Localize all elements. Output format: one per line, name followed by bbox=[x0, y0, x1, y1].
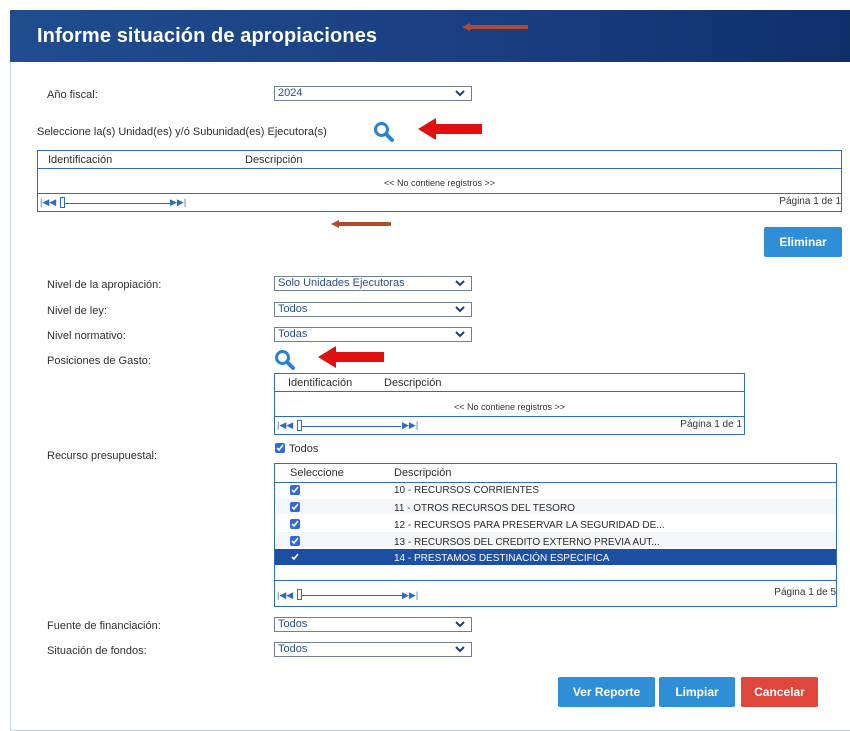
units-label: Seleccione la(s) Unidad(es) y/ó Subunida… bbox=[37, 126, 327, 138]
budget-resource-label: Recurso presupuestal: bbox=[47, 450, 158, 462]
chevron-down-icon bbox=[455, 646, 465, 653]
pager-slider-thumb[interactable] bbox=[297, 589, 302, 600]
row-checkbox[interactable] bbox=[290, 552, 300, 562]
chevron-down-icon bbox=[455, 331, 465, 338]
annotation-arrow-icon bbox=[462, 23, 528, 31]
column-header-identification[interactable]: Identificación bbox=[48, 154, 112, 166]
page-title: Informe situación de apropiaciones bbox=[37, 25, 378, 47]
page-info: Página 1 de 5 bbox=[774, 587, 836, 598]
chevron-down-icon bbox=[455, 90, 465, 97]
first-page-icon[interactable]: |◀◀ bbox=[277, 420, 293, 431]
spending-positions-label: Posiciones de Gasto: bbox=[47, 355, 151, 367]
search-icon[interactable] bbox=[372, 120, 396, 144]
pager-divider bbox=[38, 193, 841, 194]
last-page-icon[interactable]: ▶▶| bbox=[170, 197, 186, 208]
cancel-button[interactable]: Cancelar bbox=[741, 677, 818, 707]
normative-level-select[interactable]: Todas bbox=[274, 327, 472, 342]
column-header-description[interactable]: Descripción bbox=[384, 377, 441, 389]
column-header-select[interactable]: Seleccione bbox=[290, 467, 344, 479]
search-icon[interactable] bbox=[273, 348, 297, 372]
pager-slider-track bbox=[60, 203, 170, 204]
pager-slider-track bbox=[297, 426, 401, 427]
row-checkbox[interactable] bbox=[290, 519, 300, 529]
pager-divider bbox=[275, 416, 744, 417]
first-page-icon[interactable]: |◀◀ bbox=[277, 590, 293, 601]
funds-status-value: Todos bbox=[278, 643, 308, 655]
pager-slider-thumb[interactable] bbox=[297, 420, 302, 431]
empty-message: << No contiene registros >> bbox=[383, 178, 496, 188]
select-all-label: Todos bbox=[289, 443, 319, 455]
units-grid: Identificación Descripción << No contien… bbox=[37, 150, 842, 212]
appropriation-level-label: Nivel de la apropiación: bbox=[47, 279, 162, 291]
funding-source-value: Todos bbox=[278, 618, 308, 630]
row-description: 10 - RECURSOS CORRIENTES bbox=[394, 485, 540, 496]
row-description: 11 - OTROS RECURSOS DEL TESORO bbox=[394, 503, 575, 514]
row-checkbox[interactable] bbox=[290, 536, 300, 546]
column-header-identification[interactable]: Identificación bbox=[288, 377, 352, 389]
funds-status-select[interactable]: Todos bbox=[274, 642, 472, 657]
pager-slider-thumb[interactable] bbox=[60, 197, 65, 208]
budget-grid-header: Seleccione Descripción bbox=[275, 464, 836, 483]
row-description: 12 - RECURSOS PARA PRESERVAR LA SEGURIDA… bbox=[394, 520, 665, 531]
chevron-down-icon bbox=[455, 306, 465, 313]
chevron-down-icon bbox=[455, 621, 465, 628]
row-checkbox[interactable] bbox=[290, 485, 300, 495]
spending-grid-header: Identificación Descripción bbox=[275, 374, 744, 392]
pager-slider-track bbox=[297, 595, 403, 596]
annotation-arrow-icon bbox=[318, 346, 384, 368]
page-info: Página 1 de 1 bbox=[680, 419, 742, 430]
page-info: Página 1 de 1 bbox=[779, 196, 841, 207]
units-grid-header: Identificación Descripción bbox=[38, 151, 841, 169]
fiscal-year-value: 2024 bbox=[278, 87, 303, 99]
fiscal-year-select[interactable]: 2024 bbox=[274, 86, 472, 101]
normative-level-value: Todas bbox=[278, 328, 308, 340]
funding-source-label: Fuente de financiación: bbox=[47, 620, 161, 632]
chevron-down-icon bbox=[455, 280, 465, 287]
last-page-icon[interactable]: ▶▶| bbox=[402, 420, 418, 431]
select-all-checkbox[interactable] bbox=[275, 443, 285, 453]
budget-resource-grid: Seleccione Descripción 10 - RECURSOS COR… bbox=[274, 463, 837, 607]
annotation-arrow-icon bbox=[418, 118, 482, 140]
column-header-description[interactable]: Descripción bbox=[245, 154, 302, 166]
row-description: 13 - RECURSOS DEL CREDITO EXTERNO PREVIA… bbox=[394, 537, 660, 548]
law-level-value: Todos bbox=[278, 303, 308, 315]
row-description: 14 - PRESTAMOS DESTINACIÓN ESPECIFICA bbox=[394, 553, 610, 564]
last-page-icon[interactable]: ▶▶| bbox=[402, 590, 418, 601]
appropriation-level-value: Solo Unidades Ejecutoras bbox=[278, 277, 405, 289]
pager-divider bbox=[275, 580, 836, 581]
funds-status-label: Situación de fondos: bbox=[47, 645, 147, 657]
funding-source-select[interactable]: Todos bbox=[274, 617, 472, 632]
view-report-button[interactable]: Ver Reporte bbox=[558, 677, 655, 707]
first-page-icon[interactable]: |◀◀ bbox=[40, 197, 56, 208]
column-header-description[interactable]: Descripción bbox=[394, 467, 451, 479]
table-row[interactable] bbox=[275, 483, 836, 498]
annotation-arrow-icon bbox=[331, 220, 391, 228]
clear-button[interactable]: Limpiar bbox=[659, 677, 735, 707]
fiscal-year-label: Año fiscal: bbox=[47, 89, 98, 101]
empty-message: << No contiene registros >> bbox=[453, 402, 566, 412]
row-checkbox[interactable] bbox=[290, 502, 300, 512]
normative-level-label: Nivel normativo: bbox=[47, 330, 126, 342]
law-level-label: Nivel de ley: bbox=[47, 305, 107, 317]
spending-positions-grid: Identificación Descripción << No contien… bbox=[274, 373, 745, 435]
law-level-select[interactable]: Todos bbox=[274, 302, 472, 317]
appropriation-level-select[interactable]: Solo Unidades Ejecutoras bbox=[274, 276, 472, 291]
delete-button[interactable]: Eliminar bbox=[764, 227, 842, 257]
